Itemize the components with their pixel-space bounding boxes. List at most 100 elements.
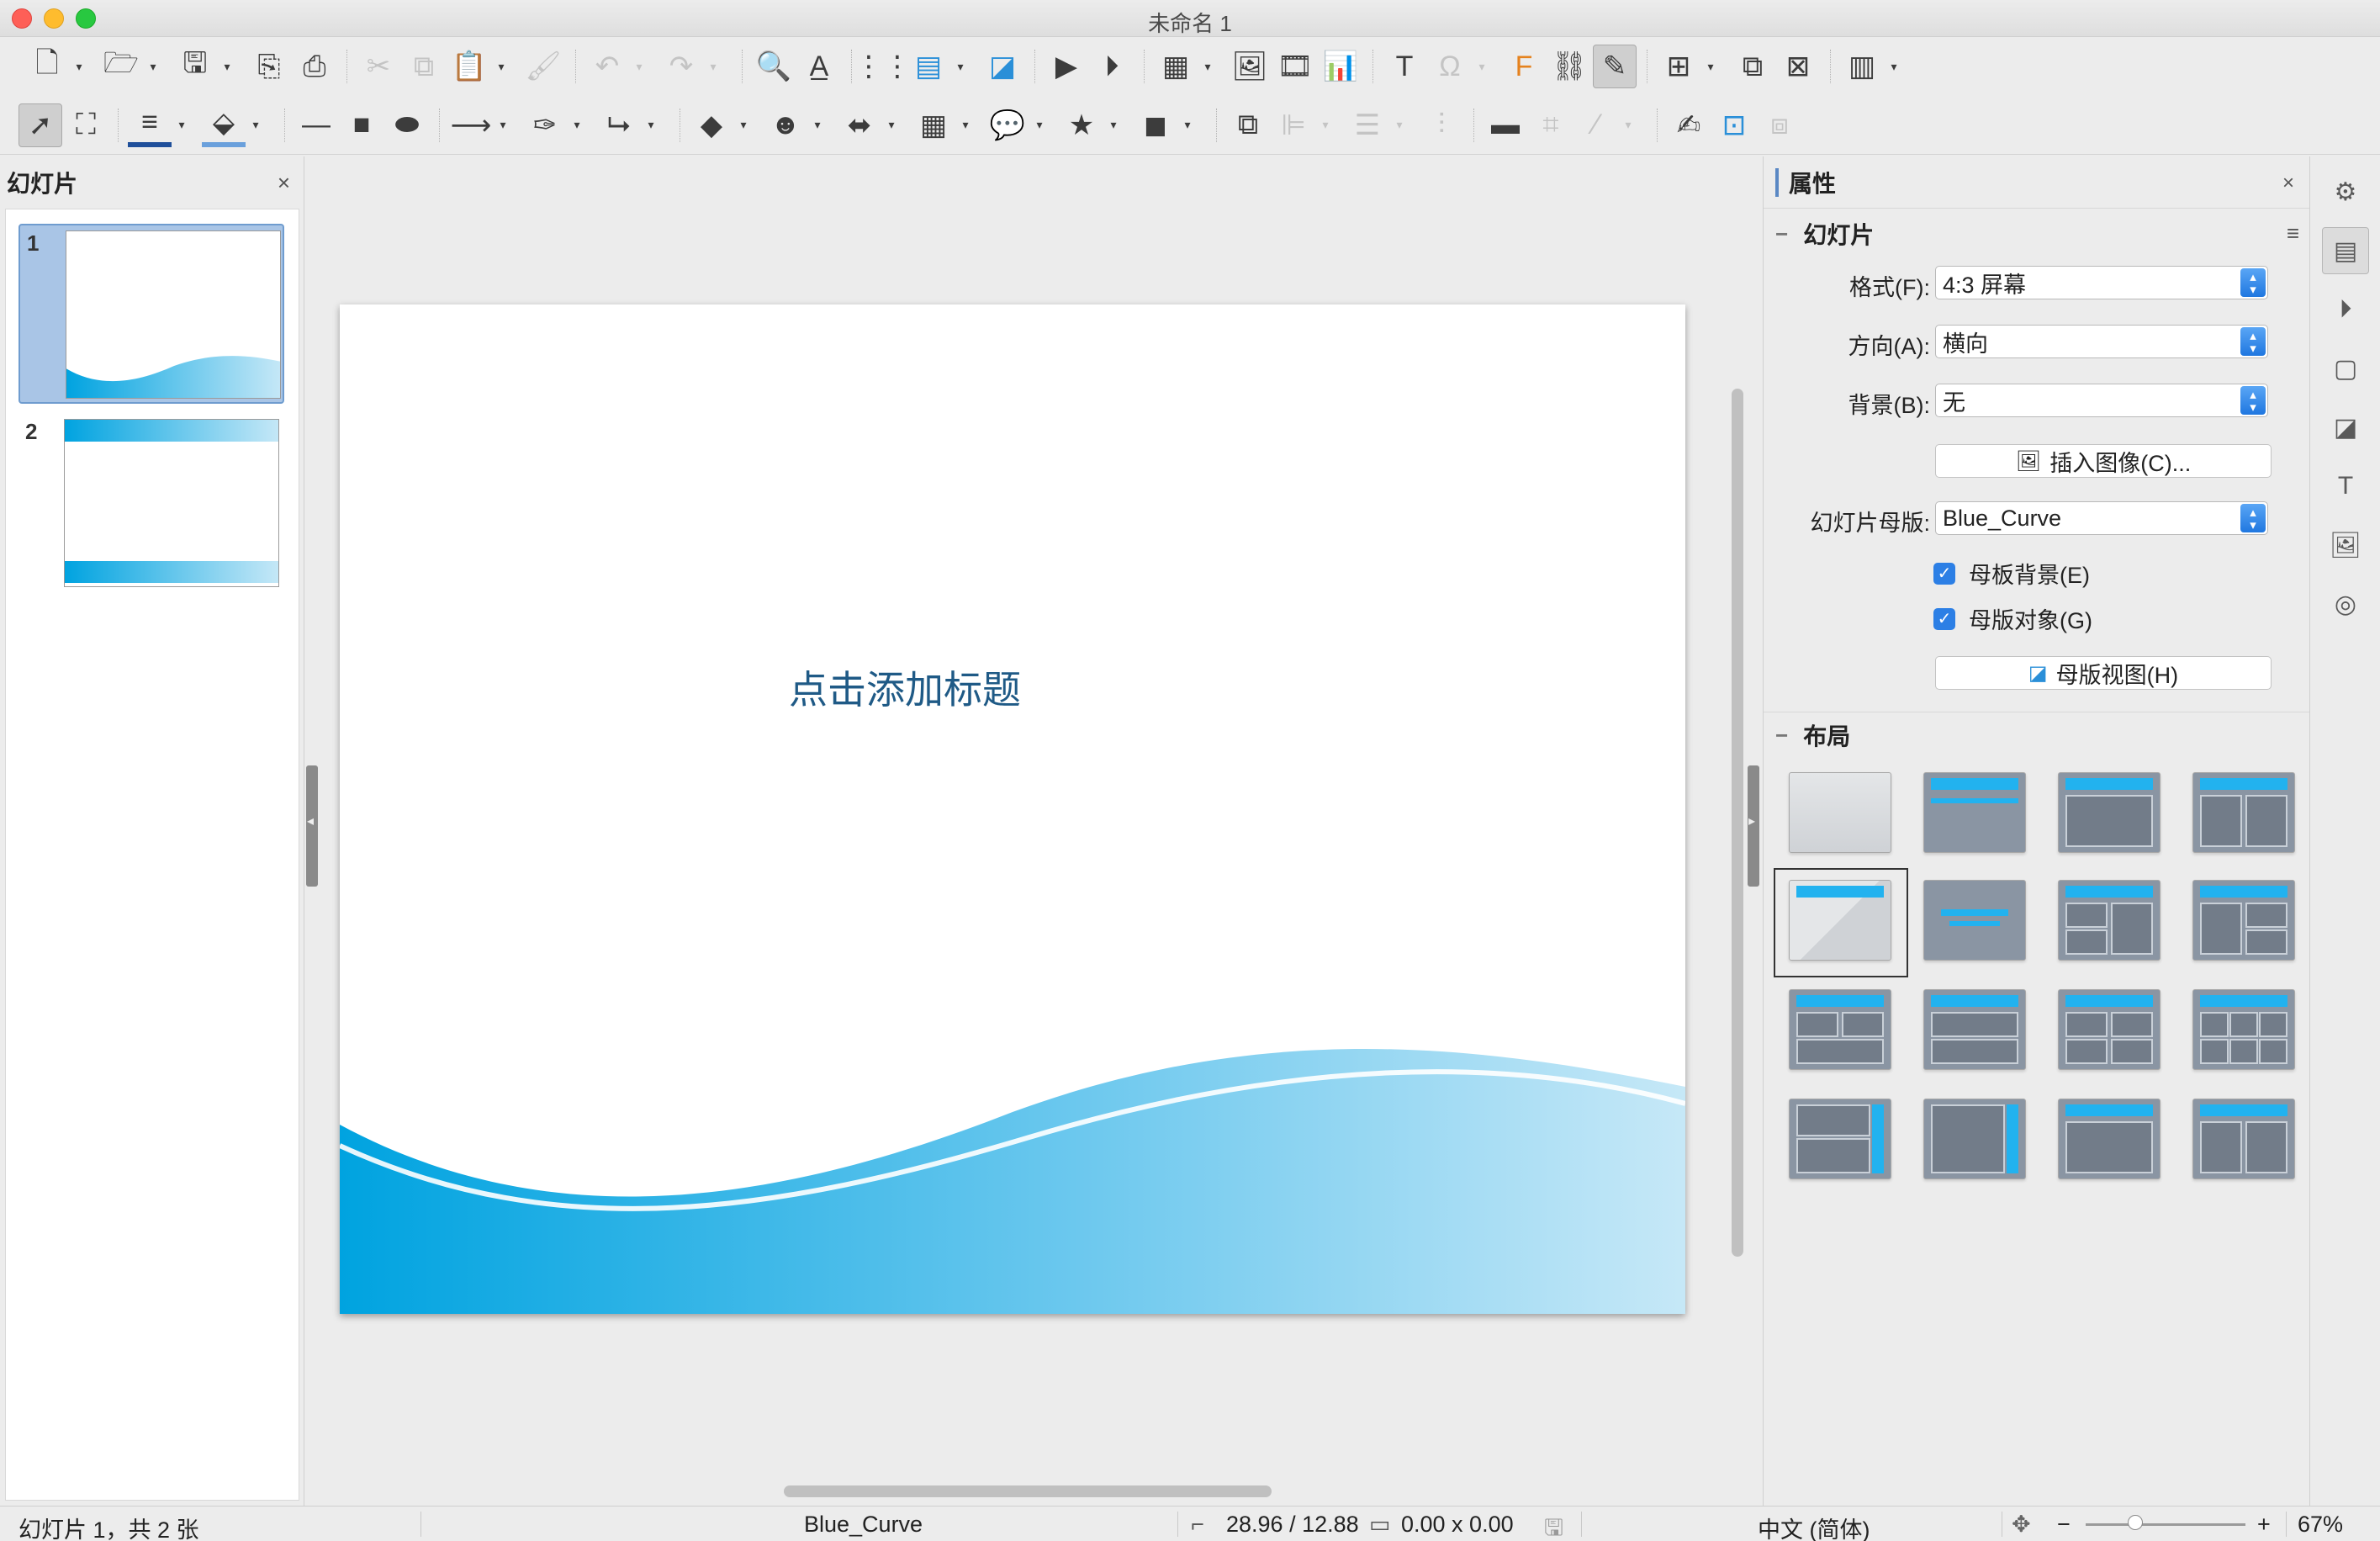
layout-vertical-title-vertical-text[interactable] <box>1923 1099 2026 1179</box>
transformations-icon[interactable]: ⧉ <box>1226 103 1270 147</box>
slide-layout-dropdown[interactable]: ▾ <box>1885 45 1902 88</box>
format-select[interactable]: 4:3 屏幕 ▴ ▾ <box>1935 266 2268 299</box>
filter-icon[interactable]: ⁄ <box>1574 103 1618 147</box>
zoom-slider-handle[interactable] <box>2128 1515 2143 1530</box>
block-arrows-icon[interactable]: ⬌ <box>838 103 881 147</box>
sidebar-splitter[interactable]: ▸ <box>1748 765 1759 887</box>
line-icon[interactable]: — <box>294 103 338 147</box>
line-color-dropdown[interactable]: ▾ <box>173 103 190 147</box>
horizontal-scroll-thumb[interactable] <box>784 1485 1272 1497</box>
media-icon[interactable]: 🎞 <box>1273 45 1317 88</box>
layout-title-vertical-2-content[interactable] <box>2192 1099 2295 1179</box>
points-icon[interactable]: ✍ <box>1667 103 1711 147</box>
stars-dropdown[interactable]: ▾ <box>1105 103 1122 147</box>
export-pdf-icon[interactable]: ⎘ <box>247 45 291 88</box>
slides-pane-splitter[interactable]: ◂ <box>306 765 318 887</box>
draw-functions-icon[interactable]: ✎ <box>1593 45 1637 88</box>
arrange-icon[interactable]: ☰ <box>1346 103 1389 147</box>
toggle-extrusion-icon[interactable]: ⧈ <box>1758 103 1801 147</box>
undo-dropdown[interactable]: ▾ <box>631 45 648 88</box>
paste-icon[interactable]: 📋 <box>447 45 491 88</box>
start-from-first-icon[interactable]: ▶ <box>1045 45 1088 88</box>
new-slide-dropdown[interactable]: ▾ <box>1702 45 1719 88</box>
symbol-shapes-icon[interactable]: ☻ <box>764 103 807 147</box>
master-objects-checkbox[interactable]: ✓ 母版对象(G) <box>1933 602 2092 635</box>
callouts-dropdown[interactable]: ▾ <box>1031 103 1048 147</box>
chart-icon[interactable]: 📊 <box>1319 45 1362 88</box>
redo-icon[interactable]: ↷ <box>659 45 703 88</box>
block-arrows-dropdown[interactable]: ▾ <box>883 103 900 147</box>
sidebar-settings-icon[interactable]: ⚙ <box>2322 168 2369 215</box>
zoom-slider[interactable] <box>2086 1523 2245 1526</box>
layout-title-2-content[interactable] <box>2192 772 2295 853</box>
fontwork-icon[interactable]: F <box>1502 45 1546 88</box>
align-icon[interactable]: ⊫ <box>1272 103 1315 147</box>
fill-color-dropdown[interactable]: ▾ <box>247 103 264 147</box>
animation-tab-icon[interactable]: ▢ <box>2322 345 2369 392</box>
zoom-out-button[interactable]: − <box>2057 1512 2071 1538</box>
3d-objects-dropdown[interactable]: ▾ <box>1179 103 1196 147</box>
glue-points-icon[interactable]: ⊡ <box>1712 103 1756 147</box>
delete-slide-icon[interactable]: ⊠ <box>1776 45 1820 88</box>
ellipse-icon[interactable]: ⬬ <box>385 103 429 147</box>
close-icon[interactable]: × <box>278 170 290 196</box>
navigator-tab-icon[interactable]: ◎ <box>2322 580 2369 628</box>
display-views-icon[interactable]: ▤ <box>907 45 950 88</box>
zoom-pan-icon[interactable]: ⛶ <box>64 103 108 147</box>
table-icon[interactable]: ▦ <box>1154 45 1198 88</box>
new-slide-icon[interactable]: ⊞ <box>1657 45 1700 88</box>
filter-dropdown[interactable]: ▾ <box>1620 103 1637 147</box>
close-icon[interactable]: × <box>2282 172 2294 195</box>
curves-dropdown[interactable]: ▾ <box>569 103 585 147</box>
flowchart-dropdown[interactable]: ▾ <box>957 103 974 147</box>
properties-tab-icon[interactable]: ▤ <box>2322 227 2369 274</box>
text-box-icon[interactable]: T <box>1383 45 1426 88</box>
rectangle-icon[interactable]: ■ <box>340 103 383 147</box>
layout-title-only[interactable] <box>1789 880 1891 961</box>
layout-title-content-2content[interactable] <box>2192 880 2295 961</box>
master-background-checkbox[interactable]: ✓ 母板背景(E) <box>1933 557 2090 590</box>
master-slide-icon[interactable]: ◪ <box>981 45 1024 88</box>
styles-tab-icon[interactable]: T <box>2322 463 2369 510</box>
layout-title-content-over-content[interactable] <box>1923 989 2026 1070</box>
image-icon[interactable]: 🖼 <box>1228 45 1272 88</box>
stars-icon[interactable]: ★ <box>1060 103 1103 147</box>
callouts-icon[interactable]: 💬 <box>986 103 1029 147</box>
clone-formatting-icon[interactable]: 🖌 <box>521 45 565 88</box>
slide-canvas[interactable]: 点击添加标题 <box>340 304 1685 1314</box>
collapse-icon[interactable]: − <box>1775 723 1788 749</box>
start-from-current-icon[interactable]: ⏵ <box>1090 45 1134 88</box>
connectors-dropdown[interactable]: ▾ <box>643 103 659 147</box>
special-character-dropdown[interactable]: ▾ <box>1473 45 1490 88</box>
line-color-icon[interactable]: ≡ <box>128 103 172 147</box>
table-dropdown[interactable]: ▾ <box>1199 45 1216 88</box>
align-dropdown[interactable]: ▾ <box>1317 103 1334 147</box>
save-dropdown[interactable]: ▾ <box>219 45 235 88</box>
background-select[interactable]: 无 ▴ ▾ <box>1935 384 2268 417</box>
open-folder-icon[interactable]: 🗁 <box>99 45 143 88</box>
copy-icon[interactable]: ⧉ <box>402 45 446 88</box>
layout-section-header[interactable]: − 布局 <box>1775 718 1850 752</box>
distribute-icon[interactable]: ⫶ <box>1420 103 1463 147</box>
3d-objects-icon[interactable]: ◼ <box>1134 103 1177 147</box>
slide-layout-icon[interactable]: ▥ <box>1840 45 1884 88</box>
arrange-dropdown[interactable]: ▾ <box>1391 103 1408 147</box>
hyperlink-icon[interactable]: ⛓ <box>1547 45 1591 88</box>
new-document-icon[interactable]: 🗋 <box>25 45 69 88</box>
master-slide-select[interactable]: Blue_Curve ▴ ▾ <box>1935 501 2268 535</box>
language-indicator[interactable]: 中文 (简体) <box>1758 1512 1870 1541</box>
curves-icon[interactable]: ✑ <box>523 103 567 147</box>
layout-title-vertical-text[interactable] <box>2058 1099 2161 1179</box>
save-icon[interactable]: 🖫 <box>173 45 217 88</box>
layout-title-content[interactable] <box>1923 772 2026 853</box>
special-character-icon[interactable]: Ω <box>1428 45 1472 88</box>
layout-title-4-content[interactable] <box>2058 989 2161 1070</box>
layout-vertical-title-text[interactable] <box>1789 1099 1891 1179</box>
horizontal-scrollbar[interactable] <box>320 1480 1729 1502</box>
connectors-icon[interactable]: ⮡ <box>597 103 641 147</box>
arrow-lines-dropdown[interactable]: ▾ <box>495 103 511 147</box>
collapse-icon[interactable]: − <box>1775 221 1788 247</box>
fill-color-icon[interactable]: ⬙ <box>202 103 246 147</box>
slide-section-header[interactable]: − 幻灯片 <box>1775 217 1874 251</box>
insert-image-button[interactable]: 🖼 插入图像(C)... <box>1935 444 2272 478</box>
